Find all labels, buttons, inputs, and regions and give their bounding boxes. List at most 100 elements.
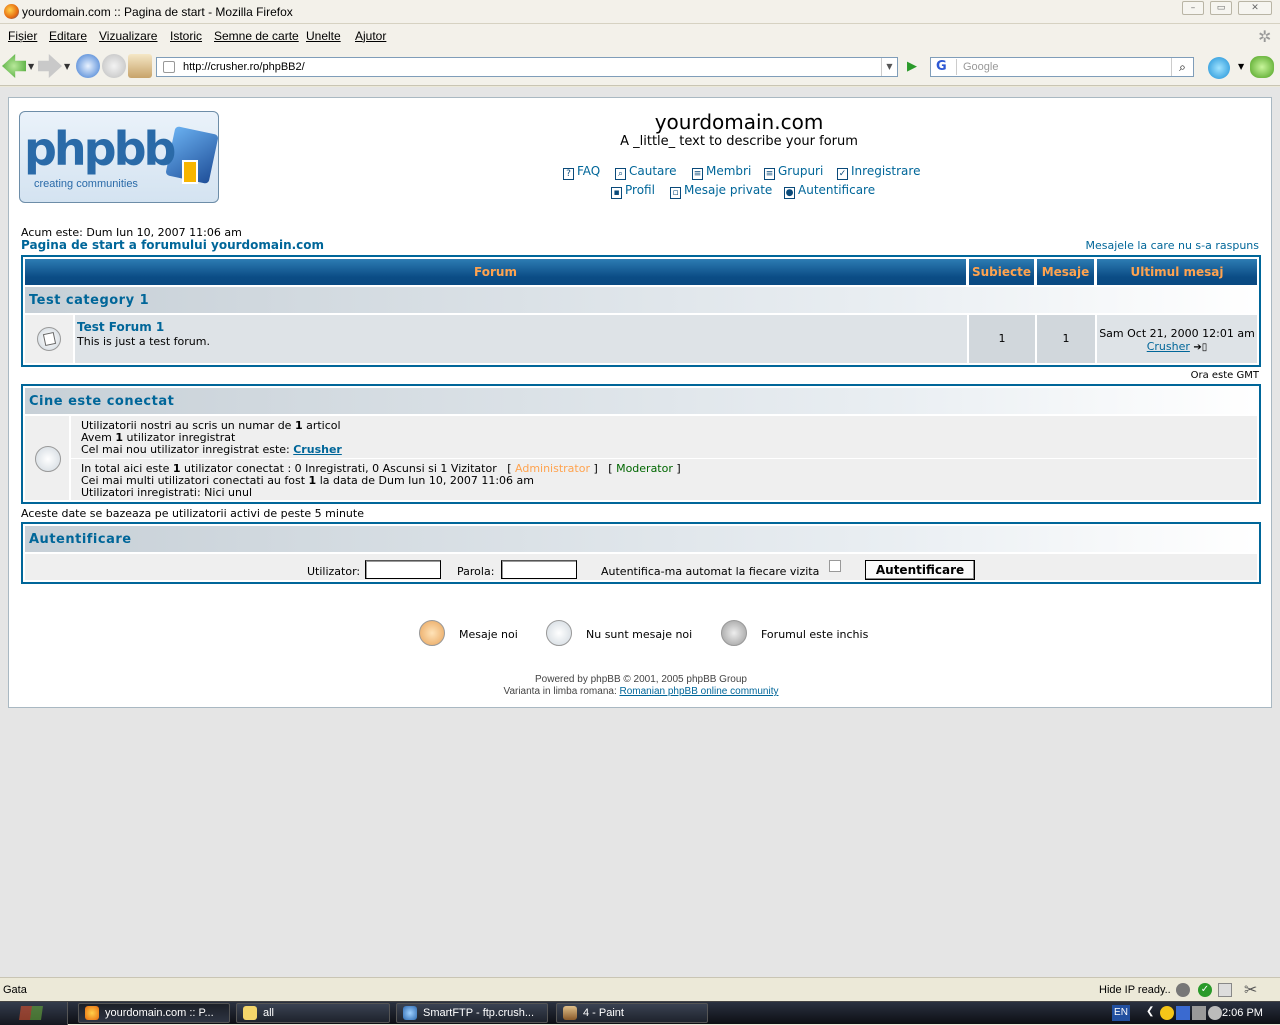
- tray-smiley-icon[interactable]: [1160, 1006, 1174, 1020]
- addon-status-icon[interactable]: [1218, 983, 1232, 997]
- throbber-icon: ✲: [1258, 29, 1272, 46]
- forward-dropdown-icon[interactable]: ▼: [64, 62, 70, 71]
- menu-help[interactable]: Ajutor: [355, 29, 386, 43]
- check-icon[interactable]: ✓: [1198, 983, 1212, 997]
- login-button[interactable]: Autentificare: [865, 560, 975, 580]
- legend-forum-locked: Forumul este inchis: [721, 620, 881, 648]
- close-button[interactable]: ✕: [1238, 1, 1272, 15]
- legend-no-new-posts: Nu sunt mesaje noi: [546, 620, 706, 648]
- menu-edit[interactable]: Editare: [49, 29, 87, 43]
- nav-search[interactable]: ⌕ Cautare: [615, 164, 676, 180]
- password-label: Parola:: [457, 565, 495, 578]
- divider: [71, 458, 1257, 459]
- start-button[interactable]: [0, 1002, 68, 1025]
- forward-icon[interactable]: [38, 54, 62, 78]
- search-icon: ⌕: [615, 168, 626, 180]
- tray-volume-icon[interactable]: [1208, 1006, 1222, 1020]
- window-title: yourdomain.com :: Pagina de start - Mozi…: [22, 5, 293, 19]
- hide-ip-status[interactable]: Hide IP ready..: [1099, 984, 1171, 996]
- login-title[interactable]: Autentificare: [29, 532, 132, 547]
- search-box[interactable]: G Google ⌕: [930, 57, 1194, 77]
- addon-dropdown-icon[interactable]: ▼: [1238, 62, 1244, 71]
- forum-name-link[interactable]: Test Forum 1: [77, 320, 164, 334]
- category-name[interactable]: Test category 1: [29, 293, 149, 308]
- last-post-user-link[interactable]: Crusher: [1147, 340, 1190, 353]
- header-last-post: Ultimul mesaj: [1097, 259, 1257, 285]
- back-icon[interactable]: [2, 54, 26, 78]
- skype-icon[interactable]: [1208, 57, 1230, 79]
- maximize-button[interactable]: ▭: [1210, 1, 1232, 15]
- timezone-note: Ora este GMT: [1190, 370, 1259, 381]
- menu-view[interactable]: Vizualizare: [99, 29, 157, 43]
- site-title: yourdomain.com: [654, 110, 824, 134]
- unanswered-posts-link[interactable]: Mesajele la care nu s-a raspuns: [1085, 239, 1259, 252]
- task-paint[interactable]: 4 - Paint: [556, 1003, 708, 1023]
- forum-last-post-cell: Sam Oct 21, 2000 12:01 am Crusher ➔▯: [1097, 315, 1257, 363]
- newest-user-link[interactable]: Crusher: [293, 443, 342, 456]
- menu-history[interactable]: Istoric: [170, 29, 202, 43]
- page-icon: [163, 61, 175, 73]
- menu-bookmarks[interactable]: Semne de carte: [214, 29, 299, 43]
- forum-index-link[interactable]: Pagina de start a forumului yourdomain.c…: [21, 238, 324, 252]
- clock[interactable]: 2:06 PM: [1222, 1007, 1263, 1019]
- firefox-task-icon: [85, 1006, 99, 1020]
- google-icon[interactable]: G: [933, 59, 957, 75]
- task-folder-all[interactable]: all: [236, 1003, 390, 1023]
- scissors-icon[interactable]: ✂: [1244, 980, 1257, 999]
- username-input[interactable]: [365, 560, 441, 579]
- last-post-date: Sam Oct 21, 2000 12:01 am: [1099, 327, 1255, 340]
- hide-ip-icon[interactable]: [1176, 983, 1190, 997]
- forum-page: phpbb creating communities yourdomain.co…: [8, 97, 1272, 708]
- forum-topics-count: 1: [969, 315, 1035, 363]
- search-icon[interactable]: ⌕: [1171, 58, 1193, 76]
- status-bar: Gata Hide IP ready.. ✓ ✂: [0, 977, 1280, 1001]
- menu-tools[interactable]: Unelte: [306, 29, 341, 43]
- tray-network-icon[interactable]: [1192, 1006, 1206, 1020]
- forum-status-cell: [25, 315, 73, 363]
- nav-profile[interactable]: ▪ Profil: [611, 183, 655, 199]
- task-smartftp[interactable]: SmartFTP - ftp.crush...: [396, 1003, 548, 1023]
- tray-shield-icon[interactable]: [1176, 1006, 1190, 1020]
- login-box: Autentificare Utilizator: Parola: Autent…: [21, 522, 1261, 584]
- window-titlebar: yourdomain.com :: Pagina de start - Mozi…: [0, 0, 1280, 24]
- language-indicator[interactable]: EN: [1112, 1005, 1130, 1021]
- windows-logo-icon: [19, 1006, 43, 1020]
- nav-groups[interactable]: ≡ Grupuri: [764, 164, 823, 180]
- nav-login[interactable]: ● Autentificare: [784, 183, 875, 199]
- whos-online-icon-cell: [25, 416, 69, 500]
- autologin-checkbox[interactable]: [829, 560, 841, 572]
- nav-faq[interactable]: ? FAQ: [563, 164, 600, 180]
- go-icon[interactable]: ▶: [902, 58, 922, 76]
- header-forum: Forum: [25, 259, 967, 285]
- nav-register[interactable]: ✓ Inregistrare: [837, 164, 920, 180]
- url-bar[interactable]: http://crusher.ro/phpBB2/ ▼: [156, 57, 898, 77]
- no-new-posts-legend-icon: [546, 620, 572, 646]
- romanian-version: Varianta in limba romana: Romanian phpBB…: [503, 686, 779, 697]
- task-firefox[interactable]: yourdomain.com :: P...: [78, 1003, 230, 1023]
- nav-private-messages[interactable]: ▫ Mesaje private: [670, 183, 772, 199]
- reload-icon[interactable]: [76, 54, 100, 78]
- search-placeholder: Google: [963, 61, 999, 73]
- username-label: Utilizator:: [307, 565, 361, 578]
- stop-icon[interactable]: [102, 54, 126, 78]
- header-topics: Subiecte: [969, 259, 1035, 285]
- taskbar: yourdomain.com :: P... all SmartFTP - ft…: [0, 1001, 1280, 1025]
- login-icon: ●: [784, 187, 795, 199]
- addon-icon[interactable]: [1250, 56, 1274, 78]
- url-dropdown-icon[interactable]: ▼: [881, 58, 897, 76]
- back-dropdown-icon[interactable]: ▼: [28, 62, 34, 71]
- romanian-community-link[interactable]: Romanian phpBB online community: [620, 686, 779, 697]
- site-description: A _little_ text to describe your forum: [620, 134, 858, 149]
- nav-members[interactable]: ≡ Membri: [692, 164, 751, 180]
- powered-by: Powered by phpBB © 2001, 2005 phpBB Grou…: [535, 674, 747, 685]
- whos-online-title[interactable]: Cine este conectat: [29, 394, 174, 409]
- smartftp-icon: [403, 1006, 417, 1020]
- password-input[interactable]: [501, 560, 577, 579]
- menu-file[interactable]: Fișier: [8, 29, 37, 43]
- view-latest-post-icon[interactable]: ➔▯: [1193, 342, 1207, 353]
- forum-description: This is just a test forum.: [77, 335, 210, 348]
- minimize-button[interactable]: –: [1182, 1, 1204, 15]
- tray-expand-icon[interactable]: ❮: [1146, 1006, 1154, 1017]
- home-icon[interactable]: [128, 54, 152, 78]
- phpbb-logo[interactable]: phpbb creating communities: [19, 111, 219, 203]
